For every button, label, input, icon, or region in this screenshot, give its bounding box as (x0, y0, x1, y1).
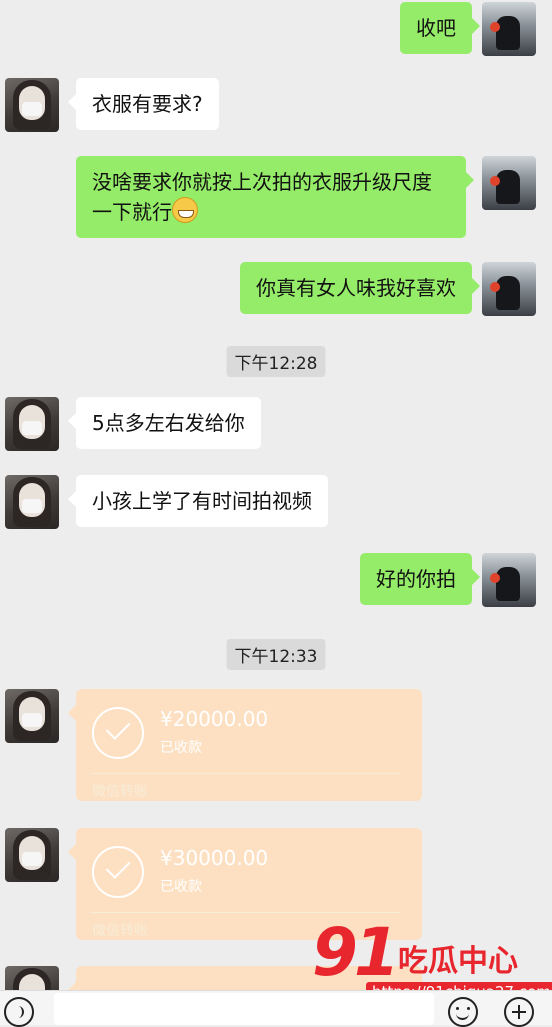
message-text: 好的你拍 (376, 567, 456, 591)
message-bubble-outgoing[interactable]: 没啥要求你就按上次拍的衣服升级尺度一下就行 (76, 156, 474, 238)
message-text: 收吧 (416, 16, 456, 40)
transfer-amount: ¥30000.00 (160, 846, 269, 870)
watermark-number: 91 (312, 914, 400, 991)
transfer-status: 已收款 (160, 740, 202, 756)
message-bubble-incoming[interactable]: 小孩上学了有时间拍视频 (68, 475, 328, 527)
transfer-label: 微信转账 (92, 784, 148, 800)
received-check-icon (92, 707, 144, 759)
voice-icon[interactable] (4, 997, 34, 1027)
contact-avatar[interactable] (5, 397, 59, 451)
my-avatar[interactable] (482, 156, 536, 210)
message-bubble-incoming[interactable]: 5点多左右发给你 (68, 397, 261, 449)
message-bubble-outgoing[interactable]: 你真有女人味我好喜欢 (240, 262, 480, 314)
received-check-icon (92, 846, 144, 898)
message-text: 没啥要求你就按上次拍的衣服升级尺度一下就行 (92, 170, 432, 224)
message-bubble-outgoing[interactable]: 好的你拍 (360, 553, 480, 605)
transfer-amount: ¥20000.00 (160, 707, 269, 731)
contact-avatar[interactable] (5, 828, 59, 882)
grinning-emoji-icon (172, 197, 198, 223)
my-avatar[interactable] (482, 2, 536, 56)
contact-avatar[interactable] (5, 475, 59, 529)
smiley-icon[interactable] (448, 997, 478, 1027)
message-bubble-incoming[interactable]: 衣服有要求? (68, 78, 219, 130)
message-bubble-outgoing[interactable]: 收吧 (400, 2, 480, 54)
input-bar (0, 990, 552, 1027)
contact-avatar[interactable] (5, 689, 59, 743)
watermark-name: 吃瓜中心 (398, 944, 518, 979)
message-timestamp: 下午12:28 (226, 346, 326, 377)
message-text: 衣服有要求? (92, 92, 203, 116)
plus-icon[interactable] (504, 997, 534, 1027)
message-timestamp: 下午12:33 (226, 639, 326, 670)
message-text: 小孩上学了有时间拍视频 (92, 489, 312, 513)
message-input[interactable] (54, 993, 434, 1025)
transfer-card[interactable]: ¥20000.00 已收款 微信转账 (68, 689, 422, 801)
my-avatar[interactable] (482, 262, 536, 316)
message-text: 你真有女人味我好喜欢 (256, 276, 456, 300)
contact-avatar[interactable] (5, 78, 59, 132)
message-text: 5点多左右发给你 (92, 411, 245, 435)
my-avatar[interactable] (482, 553, 536, 607)
transfer-label: 微信转账 (92, 923, 148, 939)
transfer-status: 已收款 (160, 879, 202, 895)
divider (90, 912, 400, 913)
divider (90, 773, 400, 774)
